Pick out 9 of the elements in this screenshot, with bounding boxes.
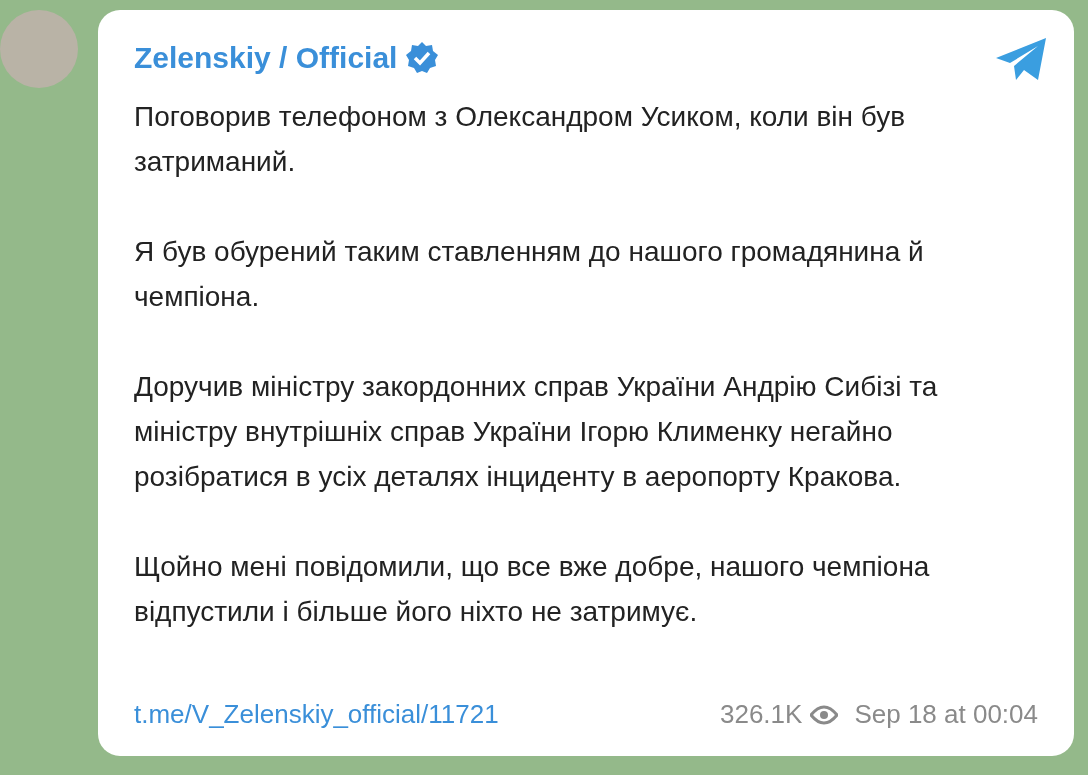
view-count: 326.1K [720, 698, 803, 731]
message-paragraph: Я був обурений таким ставленням до нашого громадянина й чемпіона. [134, 235, 925, 314]
message-paragraph: Доручив міністру закордонних справ України Андрію Сибізі та міністру внутрішніх справ України Ігорю Клименку негайно розібратися в усіх деталях інциденту в аеропорту Кракова. [134, 370, 939, 494]
eye-icon [810, 704, 839, 725]
post-link[interactable]: t.me/V_Zelenskiy_official/11721 [134, 695, 499, 734]
message-paragraph: Поговорив телефоном з Олександром Усиком, коли він був затриманий. [134, 100, 907, 179]
channel-name[interactable]: Zelenskiy / Official [134, 38, 398, 78]
post-date: Sep 18 at 00:04 [854, 698, 1038, 731]
message-paragraph: Щойно мені повідомили, що все вже добре, нашого чемпіона відпустили і більше його ніхто не затримує. [134, 550, 931, 629]
